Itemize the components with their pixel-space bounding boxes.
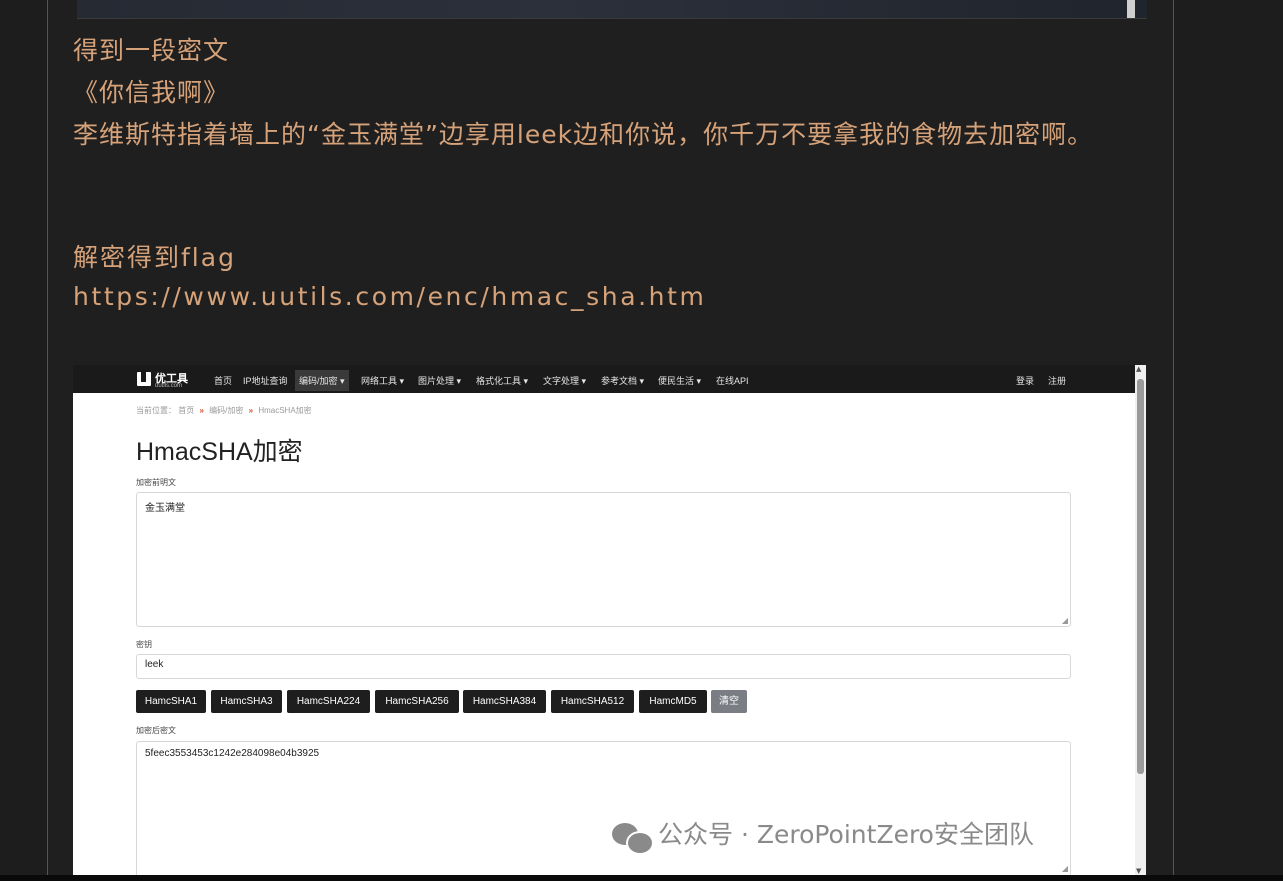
resize-handle-icon[interactable]: ◢: [1062, 864, 1068, 873]
register-link[interactable]: 注册: [1048, 374, 1066, 387]
embedded-screenshot: 优工具 uutils.com 首页 IP地址查询 编码/加密 ▾ 网络工具 ▾ …: [73, 365, 1146, 877]
logo-icon: [137, 372, 151, 386]
hmac-sha224-button[interactable]: HamcSHA224: [287, 690, 370, 713]
page-scrollbar[interactable]: ▲ ▼: [1135, 365, 1146, 877]
wechat-watermark: 公众号 · ZeroPointZero安全团队: [612, 815, 1034, 855]
page-title: HmacSHA加密: [136, 438, 303, 466]
scroll-thumb[interactable]: [1137, 379, 1144, 774]
clear-button[interactable]: 清空: [711, 690, 747, 713]
nav-format-tools[interactable]: 格式化工具 ▾: [476, 374, 528, 387]
result-value: 5feec3553453c1242e284098e04b3925: [145, 748, 320, 759]
hmac-sha1-button[interactable]: HamcSHA1: [136, 690, 206, 713]
key-label: 密钥: [136, 640, 152, 649]
watermark-text: 公众号 · ZeroPointZero安全团队: [658, 820, 1034, 849]
logo-domain: uutils.com: [155, 383, 183, 389]
nav-reference-docs[interactable]: 参考文档 ▾: [601, 374, 644, 387]
hmac-sha512-button[interactable]: HamcSHA512: [551, 690, 634, 713]
resize-handle-icon[interactable]: ◢: [1062, 616, 1068, 625]
key-value: leek: [145, 659, 164, 670]
nav-encode-encrypt[interactable]: 编码/加密 ▾: [295, 370, 349, 391]
nav-text-processing[interactable]: 文字处理 ▾: [543, 374, 586, 387]
article-line-3: 李维斯特指着墙上的“金玉满堂”边享用leek边和你说，你千万不要拿我的食物去加密…: [73, 120, 1094, 149]
login-link[interactable]: 登录: [1016, 374, 1034, 387]
nav-network-tools[interactable]: 网络工具 ▾: [361, 374, 404, 387]
hmac-md5-button[interactable]: HamcMD5: [639, 690, 707, 713]
scroll-down-icon[interactable]: ▼: [1136, 867, 1141, 875]
result-label: 加密后密文: [136, 726, 176, 735]
nav-online-api[interactable]: 在线API: [716, 374, 749, 387]
breadcrumb-separator: »: [248, 406, 254, 415]
nav-home[interactable]: 首页: [214, 374, 232, 387]
site-navbar: 优工具 uutils.com 首页 IP地址查询 编码/加密 ▾ 网络工具 ▾ …: [73, 365, 1135, 393]
nav-daily-life[interactable]: 便民生活 ▾: [658, 374, 701, 387]
breadcrumb-category[interactable]: 编码/加密: [209, 406, 243, 415]
plaintext-input[interactable]: 金玉满堂 ◢: [136, 492, 1071, 627]
breadcrumb-current: HmacSHA加密: [258, 406, 312, 415]
hmac-sha3-button[interactable]: HamcSHA3: [211, 690, 282, 713]
result-output[interactable]: 5feec3553453c1242e284098e04b3925 ◢: [136, 741, 1071, 877]
plaintext-value: 金玉满堂: [145, 503, 185, 514]
image-scrollbar-fragment: [1127, 0, 1135, 18]
breadcrumb: 当前位置： 首页 » 编码/加密 » HmacSHA加密: [136, 405, 312, 416]
breadcrumb-prefix: 当前位置：: [136, 406, 176, 415]
plaintext-label: 加密前明文: [136, 478, 176, 487]
key-input[interactable]: leek: [136, 654, 1071, 679]
breadcrumb-home[interactable]: 首页: [178, 406, 194, 415]
wechat-icon: [612, 821, 654, 855]
scroll-up-icon[interactable]: ▲: [1136, 365, 1141, 373]
nav-ip-lookup[interactable]: IP地址查询: [243, 374, 288, 387]
article-line-2: 《你信我啊》: [73, 78, 230, 107]
article-link-url[interactable]: https://www.uutils.com/enc/hmac_sha.htm: [73, 282, 1153, 311]
hmac-sha256-button[interactable]: HamcSHA256: [375, 690, 459, 713]
nav-image-processing[interactable]: 图片处理 ▾: [418, 374, 461, 387]
article-line-4: 解密得到flag: [73, 243, 236, 272]
breadcrumb-separator: »: [199, 406, 204, 415]
previous-image-strip: [77, 0, 1147, 19]
hmac-sha384-button[interactable]: HamcSHA384: [463, 690, 546, 713]
article-line-1: 得到一段密文: [73, 36, 230, 65]
site-logo[interactable]: 优工具 uutils.com: [137, 370, 195, 390]
bottom-edge: [0, 875, 1283, 881]
